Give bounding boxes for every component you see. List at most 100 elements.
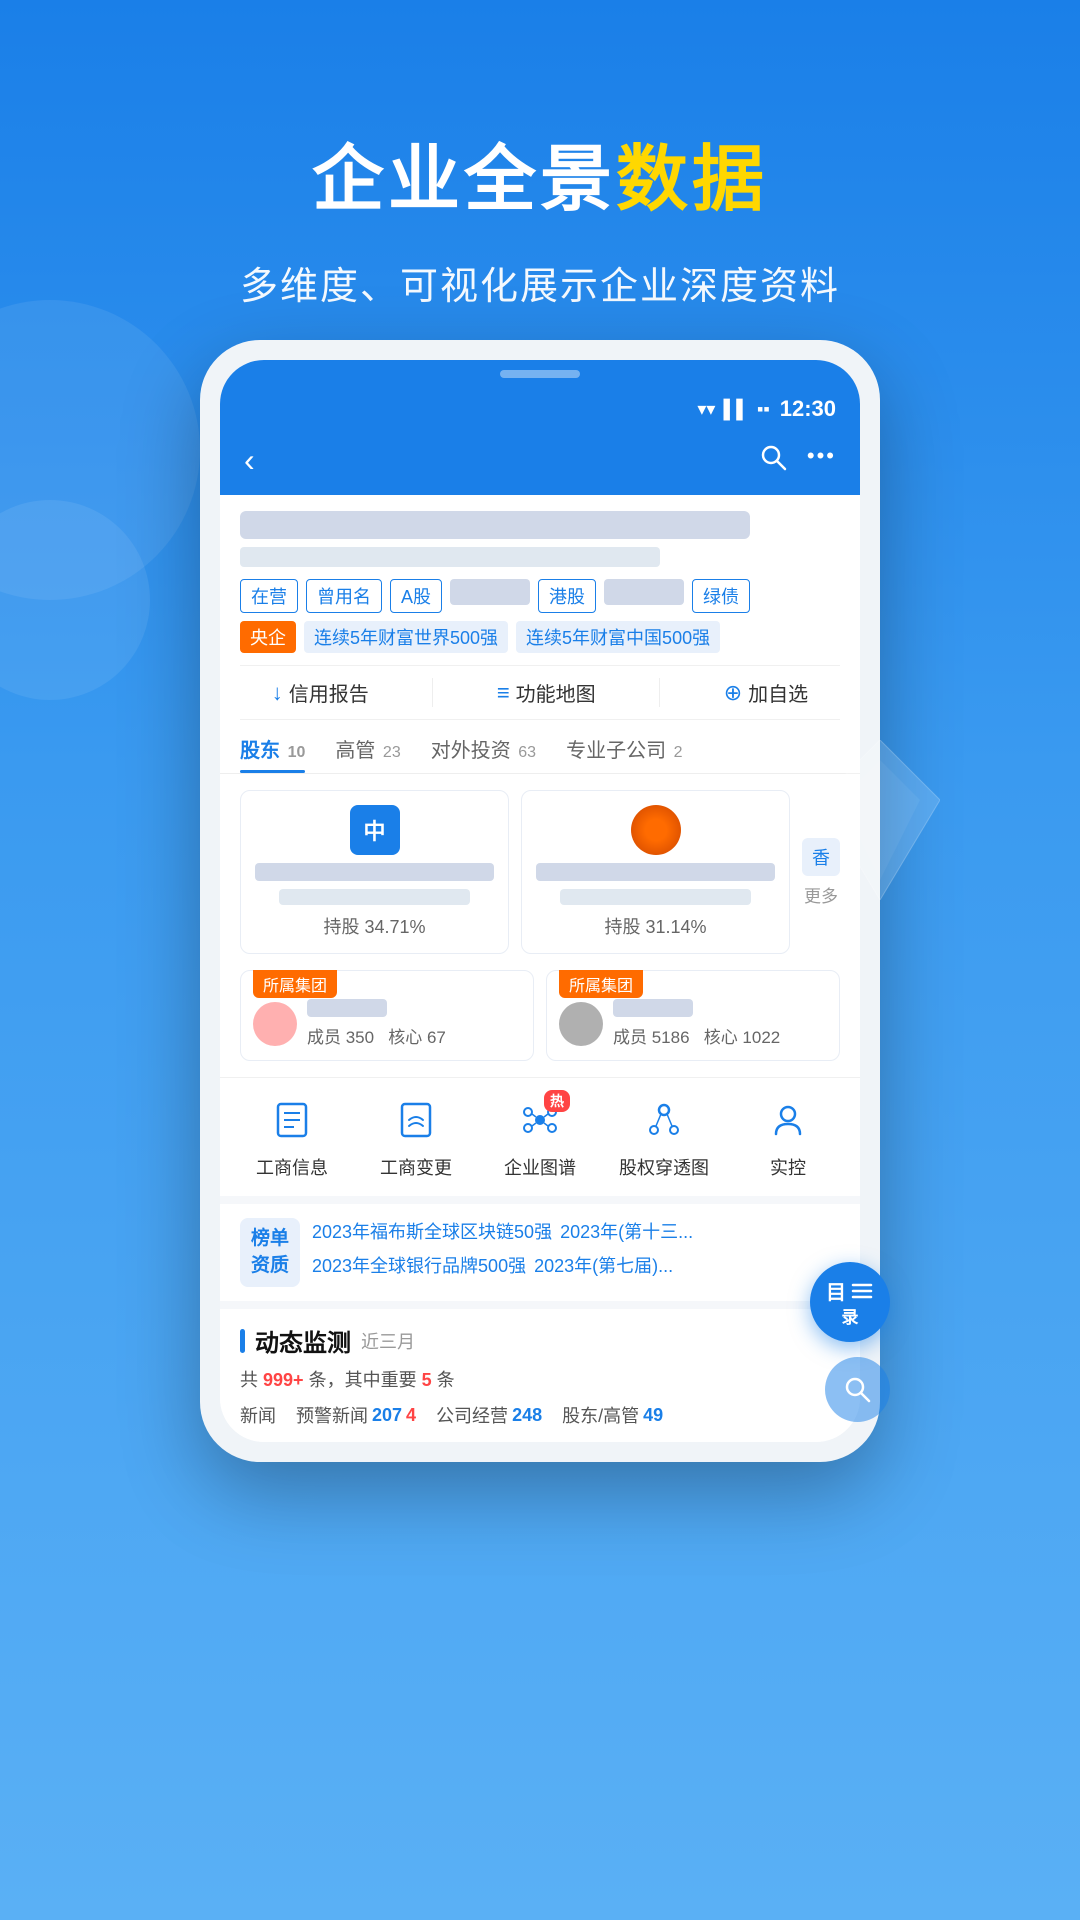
company-map-icon-wrap: 热 <box>514 1094 566 1146</box>
group-stats-2: 成员 5186 核心 1022 <box>613 1023 780 1048</box>
tag-former-name: 曾用名 <box>306 579 382 613</box>
group-card-2[interactable]: 所属集团 成员 5186 核心 1022 <box>546 970 840 1061</box>
tag-a-share: A股 <box>390 579 442 613</box>
signal-icon: ▌▌ <box>723 399 749 420</box>
features-row: 工商信息 工商变更 热 <box>220 1077 860 1196</box>
float-btn-content: 目 <box>826 1276 874 1305</box>
hot-badge: 热 <box>544 1090 570 1112</box>
dynamic-warning-num: 207 <box>372 1405 402 1426</box>
tag-hk-share: 港股 <box>538 579 596 613</box>
dynamic-shareholders-num: 49 <box>643 1405 663 1426</box>
group-avatar-2 <box>559 1002 603 1046</box>
dynamic-title-bar <box>240 1329 245 1353</box>
group-section: 所属集团 成员 350 核心 67 所属集团 <box>220 970 860 1077</box>
rankings-content: 榜单 资质 2023年福布斯全球区块链50强 2023年(第十三... 2023… <box>240 1218 840 1287</box>
ranking-link-2[interactable]: 2023年(第十三... <box>560 1218 693 1244</box>
shareholder-card-1[interactable]: 中 持股 34.71% <box>240 790 509 954</box>
shareholder-2-subname-blurred <box>560 889 751 905</box>
dynamic-item-business[interactable]: 公司经营 248 <box>436 1402 542 1428</box>
dynamic-stats-text: 共 999+ 条，其中重要 5 条 <box>240 1366 840 1392</box>
phone-mockup: ▾▾ ▌▌ ▪▪ 12:30 ‹ ••• <box>200 340 880 1462</box>
dynamic-important: 5 <box>422 1370 432 1390</box>
tab-executives[interactable]: 高管 23 <box>335 720 400 773</box>
divider <box>432 678 433 707</box>
rankings-title-text2: 资质 <box>251 1253 289 1280</box>
notch-button <box>500 370 580 378</box>
group-card-1[interactable]: 所属集团 成员 350 核心 67 <box>240 970 534 1061</box>
feature-label-business-change: 工商变更 <box>380 1154 452 1180</box>
divider2 <box>659 678 660 707</box>
list-icon: ≡ <box>497 680 510 706</box>
action-buttons-row: ↓ 信用报告 ≡ 功能地图 ⊕ 加自选 <box>240 665 840 720</box>
company-info-section: 在营 曾用名 A股 港股 绿债 央企 连续5年财富世界500强 连续5年财富中国… <box>220 495 860 720</box>
shareholder-1-subname-blurred <box>279 889 470 905</box>
tab-subsidiaries-count: 2 <box>674 744 683 761</box>
float-btn-list-icon <box>850 1279 874 1303</box>
title-part1: 企业全景 <box>312 140 616 220</box>
equity-map-icon-wrap <box>638 1094 690 1146</box>
shareholder-1-name-blurred <box>255 863 494 881</box>
feature-equity-map[interactable]: 股权穿透图 <box>602 1094 726 1180</box>
dynamic-item-warning[interactable]: 预警新闻 207 4 <box>296 1402 416 1428</box>
nav-actions: ••• <box>759 443 836 478</box>
dynamic-title-text: 动态监测 <box>255 1323 351 1358</box>
add-watchlist-button[interactable]: ⊕ 加自选 <box>724 678 808 707</box>
dynamic-item-shareholders[interactable]: 股东/高管 49 <box>562 1402 663 1428</box>
tab-investments-count: 63 <box>518 744 536 761</box>
tag-operating: 在营 <box>240 579 298 613</box>
dynamic-item-shareholders-label: 股东/高管 <box>562 1402 639 1428</box>
company-name-blurred <box>240 511 750 539</box>
feature-label-actual-control: 实控 <box>770 1154 806 1180</box>
tab-shareholders[interactable]: 股东 10 <box>240 720 305 773</box>
group-badge-1: 所属集团 <box>253 970 337 998</box>
more-icon[interactable]: ••• <box>807 443 836 478</box>
tag-fortune-china: 连续5年财富中国500强 <box>516 621 720 653</box>
tab-subsidiaries[interactable]: 专业子公司 2 <box>566 720 682 773</box>
float-menu-button[interactable]: 目 录 <box>810 1262 890 1342</box>
feature-business-change[interactable]: 工商变更 <box>354 1094 478 1180</box>
float-secondary-icon <box>843 1375 873 1405</box>
battery-icon: ▪▪ <box>757 399 770 420</box>
ranking-link-1[interactable]: 2023年福布斯全球区块链50强 <box>312 1218 552 1244</box>
rankings-links-container: 2023年福布斯全球区块链50强 2023年(第十三... 2023年全球银行品… <box>312 1218 840 1287</box>
function-map-button[interactable]: ≡ 功能地图 <box>497 678 596 707</box>
business-change-icon-wrap <box>390 1094 442 1146</box>
rankings-section: 榜单 资质 2023年福布斯全球区块链50强 2023年(第十三... 2023… <box>220 1196 860 1301</box>
float-secondary-button[interactable] <box>825 1357 890 1422</box>
ranking-link-3[interactable]: 2023年全球银行品牌500强 <box>312 1252 526 1278</box>
shareholder-2-percent: 持股 31.14% <box>604 913 706 939</box>
group-badge-2: 所属集团 <box>559 970 643 998</box>
company-tabs: 股东 10 高管 23 对外投资 63 专业子公司 2 <box>220 720 860 774</box>
search-icon[interactable] <box>759 443 787 478</box>
shareholder-2-name-blurred <box>536 863 775 881</box>
dynamic-total: 999+ <box>263 1370 304 1390</box>
dynamic-warning-urgent: 4 <box>406 1405 416 1426</box>
tab-investments[interactable]: 对外投资 63 <box>431 720 536 773</box>
shareholders-section: 中 持股 34.71% 持股 31.14% 香 更多 <box>220 774 860 970</box>
status-time: 12:30 <box>780 396 836 422</box>
dynamic-item-news[interactable]: 新闻 <box>240 1402 276 1428</box>
shareholder-card-2[interactable]: 持股 31.14% <box>521 790 790 954</box>
plus-circle-icon: ⊕ <box>724 680 742 706</box>
group-content-1: 成员 350 核心 67 <box>253 999 521 1048</box>
feature-business-info[interactable]: 工商信息 <box>230 1094 354 1180</box>
navigation-bar: ‹ ••• <box>220 430 860 495</box>
group-name-blurred-1 <box>307 999 387 1017</box>
credit-report-button[interactable]: ↓ 信用报告 <box>272 678 369 707</box>
tab-investments-label: 对外投资 <box>431 740 511 762</box>
dynamic-item-business-label: 公司经营 <box>436 1402 508 1428</box>
feature-actual-control[interactable]: 实控 <box>726 1094 850 1180</box>
feature-company-map[interactable]: 热 企业图谱 <box>478 1094 602 1180</box>
back-button[interactable]: ‹ <box>244 442 255 479</box>
tab-executives-count: 23 <box>383 744 401 761</box>
company-tags-row2: 央企 连续5年财富世界500强 连续5年财富中国500强 <box>240 621 840 653</box>
tag-green-bond: 绿债 <box>692 579 750 613</box>
group-name-blurred-2 <box>613 999 693 1017</box>
business-change-icon <box>396 1100 436 1140</box>
actual-control-icon <box>768 1100 808 1140</box>
feature-label-company-map: 企业图谱 <box>504 1154 576 1180</box>
dynamic-items-row: 新闻 预警新闻 207 4 公司经营 248 股东/高管 49 <box>240 1402 840 1428</box>
rankings-title-text: 榜单 <box>251 1226 289 1253</box>
function-map-label: 功能地图 <box>516 678 596 707</box>
ranking-link-4[interactable]: 2023年(第七届)... <box>534 1252 673 1278</box>
